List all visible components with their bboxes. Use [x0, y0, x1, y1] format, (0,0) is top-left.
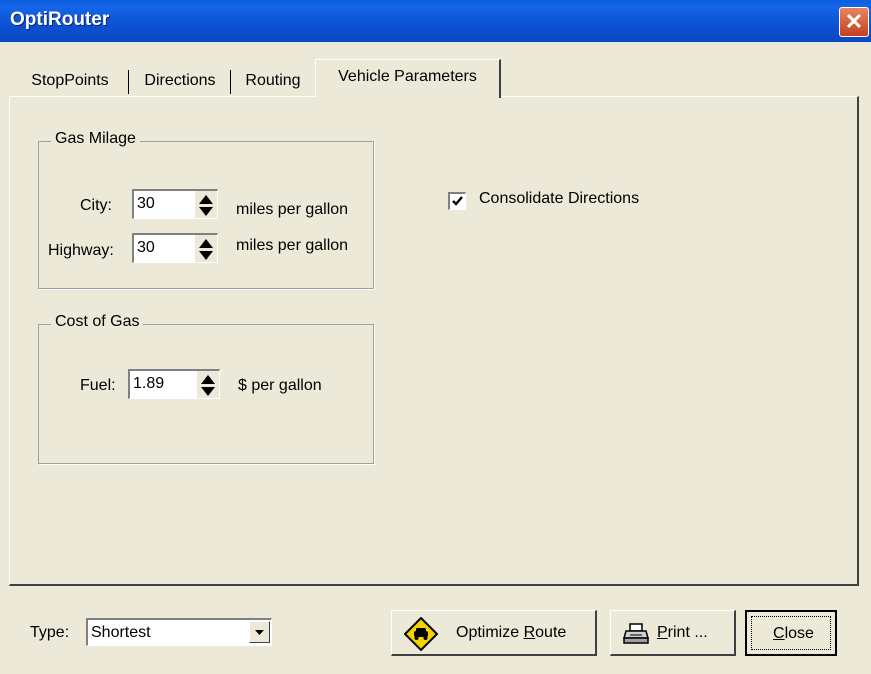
highway-label: Highway:: [48, 242, 114, 259]
fuel-price-value: 1.89: [133, 375, 165, 392]
fuel-spin-buttons[interactable]: [197, 371, 219, 398]
car-warning-sign-icon: [404, 617, 438, 651]
city-mpg-value: 30: [137, 195, 155, 212]
highway-mpg-value: 30: [137, 239, 155, 256]
close-button[interactable]: Close: [745, 610, 837, 656]
title-bar: OptiRouter ✕: [0, 0, 871, 42]
tab-directions[interactable]: Directions: [134, 66, 226, 96]
consolidate-directions-label[interactable]: Consolidate Directions: [479, 190, 639, 208]
spin-down-icon[interactable]: [198, 206, 214, 217]
checkmark-icon: [452, 196, 463, 206]
gas-milage-title: Gas Milage: [51, 130, 140, 148]
tab-separator: [230, 70, 231, 94]
route-type-value: Shortest: [91, 624, 151, 641]
print-label: Print ...: [657, 624, 708, 641]
printer-icon: [623, 623, 649, 644]
window-title: OptiRouter: [10, 9, 110, 30]
close-icon[interactable]: ✕: [839, 7, 869, 37]
cost-of-gas-title: Cost of Gas: [51, 313, 144, 331]
tab-panel: Gas Milage City: 30 miles per gallon Hig…: [9, 96, 859, 586]
spin-up-icon[interactable]: [198, 194, 214, 205]
spin-up-icon[interactable]: [198, 238, 214, 249]
highway-unit: miles per gallon: [236, 237, 349, 254]
city-label: City:: [80, 197, 112, 214]
tab-routing[interactable]: Routing: [236, 66, 310, 96]
tab-stoppoints[interactable]: StopPoints: [14, 66, 126, 96]
optimize-route-button[interactable]: Optimize Route: [391, 610, 597, 656]
spin-up-icon[interactable]: [200, 374, 216, 385]
print-button[interactable]: Print ...: [610, 610, 736, 656]
city-mpg-spinner[interactable]: 30: [132, 189, 218, 219]
optimize-route-label: Optimize Route: [456, 624, 567, 641]
route-type-select[interactable]: Shortest: [86, 618, 272, 646]
spin-down-icon[interactable]: [200, 386, 216, 397]
dropdown-arrow-icon[interactable]: [249, 621, 270, 643]
city-unit: miles per gallon: [236, 201, 349, 218]
highway-mpg-spinner[interactable]: 30: [132, 233, 218, 263]
spin-down-icon[interactable]: [198, 250, 214, 261]
fuel-unit: $ per gallon: [238, 377, 322, 394]
highway-spin-buttons[interactable]: [195, 235, 217, 262]
type-label: Type:: [30, 624, 70, 641]
fuel-label: Fuel:: [80, 377, 116, 394]
fuel-price-spinner[interactable]: 1.89: [128, 369, 220, 399]
close-label: Close: [773, 625, 814, 642]
tab-vehicle-parameters[interactable]: Vehicle Parameters: [315, 59, 501, 98]
city-spin-buttons[interactable]: [195, 191, 217, 218]
tab-separator: [128, 70, 129, 94]
consolidate-directions-checkbox[interactable]: [448, 192, 466, 210]
